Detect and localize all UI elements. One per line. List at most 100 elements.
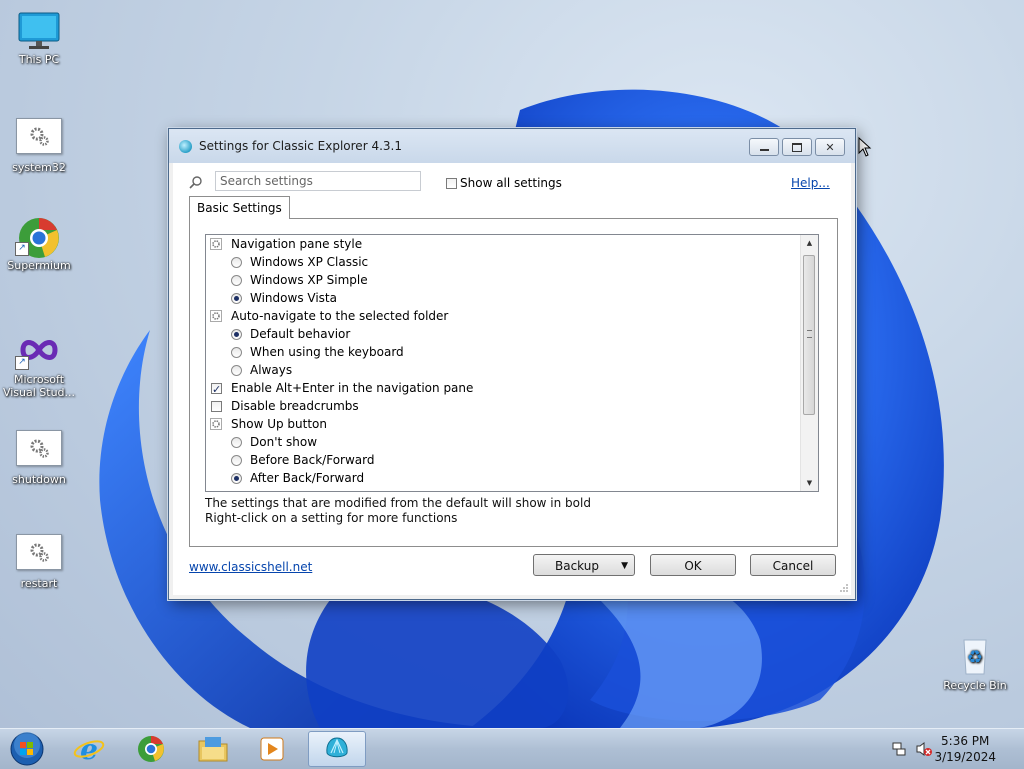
- taskbar-media-player[interactable]: [245, 731, 299, 767]
- scroll-down-arrow-icon[interactable]: ▼: [801, 475, 818, 491]
- maximize-button[interactable]: [782, 138, 812, 156]
- mouse-cursor-icon: [858, 137, 872, 157]
- radio-button[interactable]: [231, 347, 242, 358]
- checkbox-box[interactable]: [446, 177, 457, 189]
- tab-basic-settings[interactable]: Basic Settings: [189, 196, 290, 219]
- setting-radio-row[interactable]: Before Back/Forward: [206, 451, 801, 469]
- setting-radio-row[interactable]: Default behavior: [206, 325, 801, 343]
- setting-label: After Back/Forward: [250, 471, 365, 485]
- dropdown-arrow-icon: ▼: [621, 561, 628, 571]
- desktop-icon-label: Supermium: [7, 259, 71, 272]
- media-player-icon: [260, 737, 284, 761]
- internet-explorer-icon: e: [73, 733, 105, 765]
- resize-grip-icon[interactable]: [839, 583, 849, 593]
- info-line: Right-click on a setting for more functi…: [205, 511, 458, 525]
- radio-button[interactable]: [231, 455, 242, 466]
- setting-radio-row[interactable]: Windows XP Simple: [206, 271, 801, 289]
- search-input[interactable]: [215, 171, 421, 191]
- classicshell-website-link[interactable]: www.classicshell.net: [189, 560, 312, 574]
- setting-group-row[interactable]: Navigation pane style: [206, 235, 801, 253]
- checkbox-box[interactable]: [211, 381, 222, 399]
- grip-lines-icon: [807, 330, 812, 338]
- settings-file-icon: [16, 534, 62, 570]
- setting-radio-row[interactable]: Don't show: [206, 433, 801, 451]
- setting-label: Default behavior: [250, 327, 351, 341]
- settings-file-icon: [16, 430, 62, 466]
- setting-group-row[interactable]: Show Up button: [206, 415, 801, 433]
- network-icon[interactable]: [891, 741, 907, 757]
- desktop-icon-recycle-bin[interactable]: ♻ Recycle Bin: [937, 636, 1013, 692]
- taskbar-supermium[interactable]: [124, 731, 178, 767]
- start-button[interactable]: [0, 731, 54, 767]
- shortcut-arrow-icon: ↗: [15, 356, 29, 370]
- clock-date: 3/19/2024: [934, 750, 996, 764]
- svg-text:♻: ♻: [967, 647, 983, 668]
- radio-button[interactable]: [231, 275, 242, 286]
- window-title: Settings for Classic Explorer 4.3.1: [199, 139, 402, 153]
- radio-button[interactable]: [231, 365, 242, 376]
- setting-label: Windows XP Simple: [250, 273, 368, 287]
- supermium-icon: ↗: [15, 216, 63, 258]
- taskbar-file-explorer[interactable]: [186, 731, 240, 767]
- setting-label: Don't show: [250, 435, 318, 449]
- desktop-icon-label: system32: [12, 161, 66, 174]
- desktop-icon-label: Recycle Bin: [943, 679, 1007, 692]
- show-all-settings-checkbox[interactable]: Show all settings: [446, 176, 562, 190]
- radio-button[interactable]: [231, 257, 242, 268]
- scrollbar-thumb[interactable]: [803, 255, 815, 415]
- svg-text:e: e: [80, 733, 98, 765]
- desktop-icon-supermium[interactable]: ↗ Supermium: [1, 216, 77, 272]
- setting-radio-row[interactable]: Always: [206, 361, 801, 379]
- folder-icon: [198, 737, 228, 762]
- taskbar-internet-explorer[interactable]: e: [62, 731, 116, 767]
- settings-dialog: Settings for Classic Explorer 4.3.1 ✕ Sh…: [168, 128, 856, 600]
- shortcut-arrow-icon: ↗: [15, 242, 29, 256]
- radio-button[interactable]: [231, 473, 242, 484]
- settings-group-icon: [210, 310, 222, 322]
- settings-file-icon: [16, 118, 62, 154]
- setting-label: When using the keyboard: [250, 345, 404, 359]
- settings-group-icon: [210, 418, 222, 430]
- desktop-icon-shutdown[interactable]: shutdown: [1, 428, 77, 486]
- search-icon: [189, 176, 202, 189]
- tab-panel: Navigation pane style Windows XP Classic W…: [189, 218, 838, 547]
- backup-button[interactable]: Backup ▼: [533, 554, 635, 576]
- setting-radio-row[interactable]: Windows Vista: [206, 289, 801, 307]
- clock-time: 5:36 PM: [941, 734, 990, 748]
- classic-shell-icon: [179, 140, 192, 153]
- title-bar[interactable]: Settings for Classic Explorer 4.3.1 ✕: [169, 129, 855, 163]
- desktop-icon-system32[interactable]: system32: [1, 116, 77, 174]
- setting-radio-row[interactable]: When using the keyboard: [206, 343, 801, 361]
- radio-button[interactable]: [231, 437, 242, 448]
- volume-muted-icon[interactable]: [915, 741, 933, 757]
- checkbox-box[interactable]: [211, 401, 222, 412]
- desktop-icon-label: Microsoft Visual Stud...: [2, 373, 76, 399]
- windows-start-orb-icon: [10, 732, 44, 766]
- vertical-scrollbar[interactable]: ▲ ▼: [800, 235, 818, 491]
- help-link[interactable]: Help...: [791, 176, 830, 190]
- setting-label: Auto-navigate to the selected folder: [231, 309, 449, 323]
- setting-label: Windows XP Classic: [250, 255, 369, 269]
- radio-button[interactable]: [231, 329, 242, 340]
- minimize-button[interactable]: [749, 138, 779, 156]
- setting-radio-row[interactable]: After Back/Forward: [206, 469, 801, 487]
- taskbar-classic-explorer-settings[interactable]: [308, 731, 366, 767]
- desktop-icon-visual-studio[interactable]: ↗ Microsoft Visual Stud...: [1, 330, 77, 399]
- cancel-button[interactable]: Cancel: [750, 554, 836, 576]
- setting-label: Always: [250, 363, 293, 377]
- radio-button[interactable]: [231, 293, 242, 304]
- system-clock[interactable]: 5:36 PM 3/19/2024: [934, 733, 996, 765]
- ok-button[interactable]: OK: [650, 554, 736, 576]
- desktop-icon-restart[interactable]: restart: [1, 532, 77, 590]
- desktop-icon-label: This PC: [18, 53, 60, 66]
- setting-checkbox-row[interactable]: Disable breadcrumbs: [206, 397, 801, 415]
- settings-tree[interactable]: Navigation pane style Windows XP Classic W…: [205, 234, 819, 492]
- settings-list: Navigation pane style Windows XP Classic W…: [206, 235, 801, 491]
- settings-group-icon: [210, 238, 222, 250]
- setting-radio-row[interactable]: Windows XP Classic: [206, 253, 801, 271]
- setting-checkbox-row[interactable]: Enable Alt+Enter in the navigation pane: [206, 379, 801, 399]
- close-button[interactable]: ✕: [815, 138, 845, 156]
- setting-group-row[interactable]: Auto-navigate to the selected folder: [206, 307, 801, 325]
- desktop-icon-this-pc[interactable]: This PC: [1, 10, 77, 66]
- scroll-up-arrow-icon[interactable]: ▲: [801, 235, 818, 251]
